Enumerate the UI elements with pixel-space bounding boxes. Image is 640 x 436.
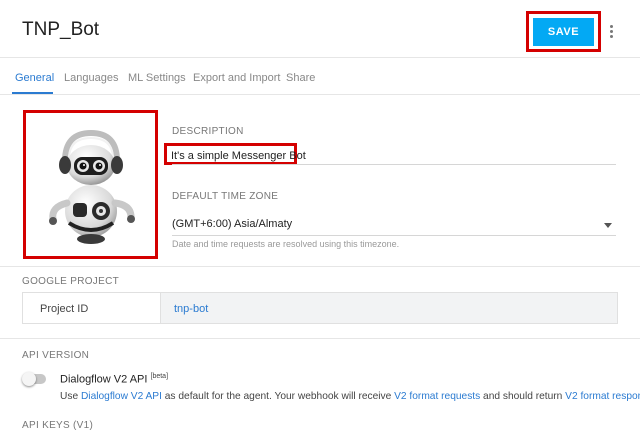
project-id-key: Project ID (40, 303, 89, 315)
description-underline (172, 164, 616, 165)
v2-api-link[interactable]: Dialogflow V2 API (81, 391, 162, 402)
project-id-key-cell: Project ID (23, 293, 161, 323)
v2-format-responses-link[interactable]: V2 format responses (565, 391, 640, 402)
project-id-link[interactable]: tnp-bot (174, 303, 208, 315)
robot-avatar-icon (48, 129, 135, 244)
beta-badge: [beta] (150, 373, 169, 380)
api-desc-text-and: and should return (480, 391, 566, 402)
toggle-knob (22, 372, 36, 386)
v2-api-toggle-label: Dialogflow V2 API [beta] (60, 373, 168, 386)
google-project-label: GOOGLE PROJECT (22, 276, 119, 287)
section-divider (0, 266, 640, 267)
agent-avatar[interactable] (23, 110, 158, 259)
api-version-label: API VERSION (22, 350, 90, 361)
project-id-value-cell: tnp-bot (161, 293, 617, 323)
api-desc-text-use: Use (60, 391, 81, 402)
description-label: DESCRIPTION (172, 126, 244, 137)
agent-name-title: TNP_Bot (22, 19, 100, 40)
api-keys-label: API KEYS (V1) (22, 420, 94, 431)
v2-format-requests-link[interactable]: V2 format requests (394, 391, 480, 402)
v2-api-name: Dialogflow V2 API (60, 373, 148, 386)
save-button[interactable]: SAVE (533, 18, 594, 46)
more-options-icon[interactable] (604, 20, 618, 42)
tab-share[interactable]: Share (286, 72, 315, 84)
api-desc-text-mid: as default for the agent. Your webhook w… (161, 391, 395, 402)
timezone-select[interactable]: (GMT+6:00) Asia/Almaty (172, 218, 292, 230)
tab-general[interactable]: General (15, 72, 54, 84)
tab-export-import[interactable]: Export and Import (193, 72, 280, 84)
timezone-hint: Date and time requests are resolved usin… (172, 239, 400, 249)
description-input[interactable]: It's a simple Messenger Bot (171, 150, 306, 162)
tab-ml-settings[interactable]: ML Settings (128, 72, 186, 84)
active-tab-indicator (12, 92, 53, 94)
settings-tabs: General Languages ML Settings Export and… (0, 58, 640, 95)
api-version-description: Use Dialogflow V2 API as default for the… (60, 391, 640, 402)
tab-languages[interactable]: Languages (64, 72, 118, 84)
timezone-label: DEFAULT TIME ZONE (172, 191, 279, 202)
section-divider (0, 338, 640, 339)
project-id-table: Project ID tnp-bot (22, 292, 618, 324)
v2-api-toggle[interactable] (22, 372, 46, 386)
chevron-down-icon[interactable] (604, 223, 612, 228)
top-bar: TNP_Bot SAVE (0, 0, 640, 58)
timezone-underline (172, 235, 616, 236)
